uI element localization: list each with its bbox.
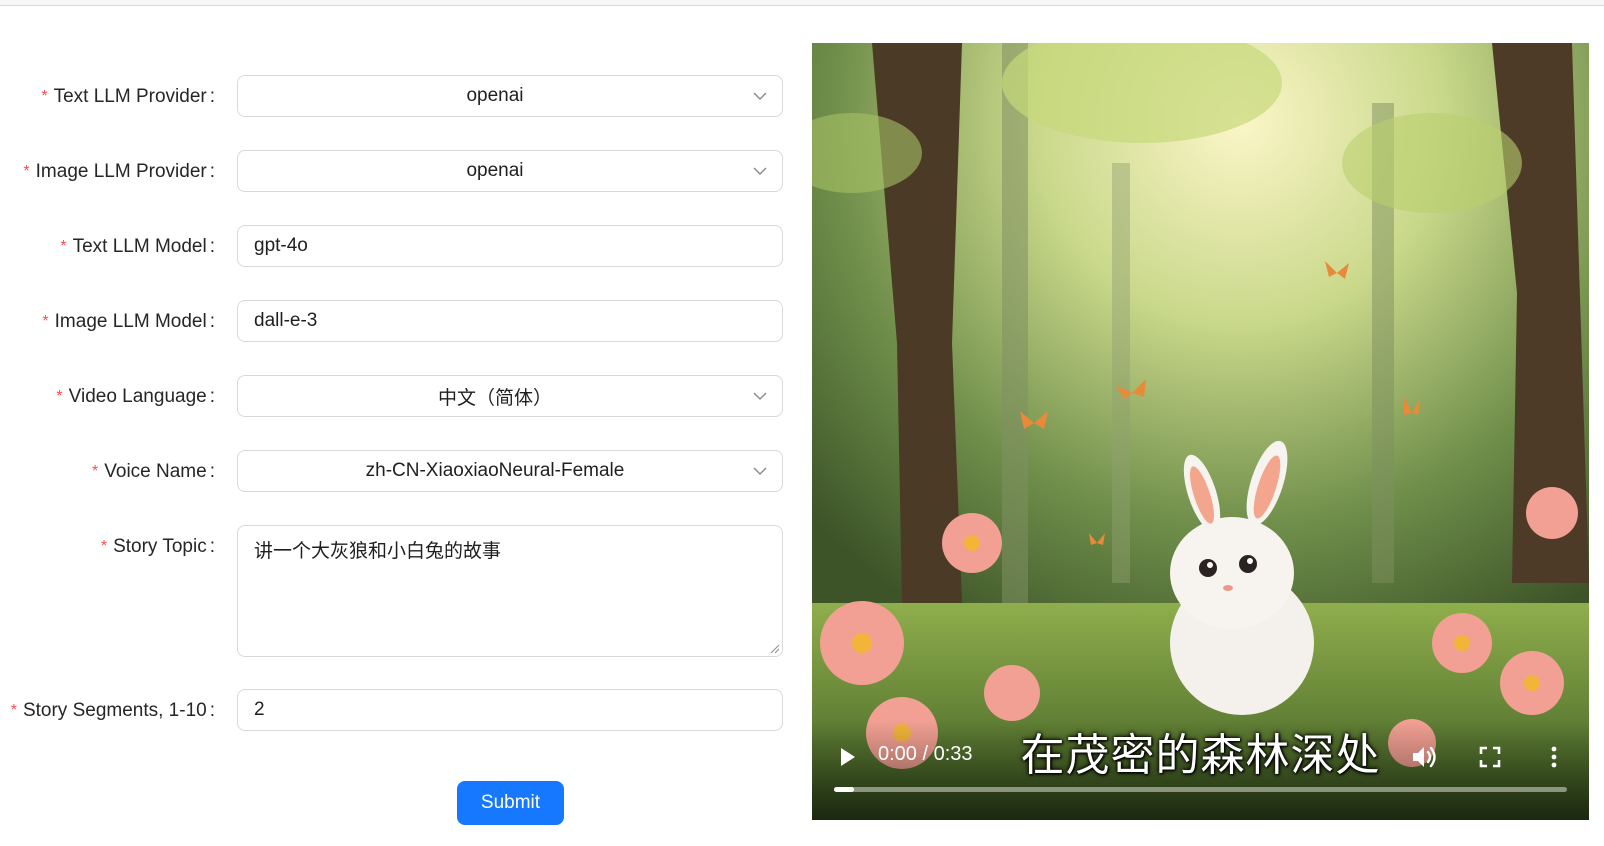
image-llm-provider-select[interactable]: openai (237, 150, 783, 192)
text-llm-model-input[interactable]: gpt-4o (237, 225, 783, 267)
required-mark: * (92, 463, 99, 480)
label-colon: : (209, 461, 215, 482)
field-label-text: Text LLM Model (72, 236, 207, 257)
required-mark: * (10, 702, 17, 719)
story-segments-input[interactable]: 2 (237, 689, 783, 731)
select-value: 中文（简体） (437, 387, 552, 409)
field-label: * Video Language : (56, 375, 215, 419)
label-colon: : (209, 536, 215, 557)
fullscreen-icon[interactable] (1478, 745, 1502, 769)
video-progress-bar[interactable] (834, 787, 1567, 792)
chevron-down-icon (753, 467, 767, 476)
select-value: zh-CN-XiaoxiaoNeural-Female (365, 460, 625, 481)
field-label-text: Voice Name (104, 461, 207, 482)
more-options-icon[interactable] (1549, 745, 1559, 769)
required-mark: * (41, 88, 48, 105)
text-llm-provider-select[interactable]: openai (237, 75, 783, 117)
field-label: * Text LLM Model : (60, 225, 215, 269)
volume-icon[interactable] (1410, 743, 1438, 771)
field-label-text: Story Segments, 1-10 (22, 700, 207, 721)
required-mark: * (23, 163, 30, 180)
label-colon: : (209, 161, 215, 182)
play-icon[interactable] (838, 745, 858, 769)
input-value: dall-e-3 (254, 310, 318, 331)
required-mark: * (56, 388, 63, 405)
textarea-value: 讲一个大灰狼和小白兔的故事 (254, 541, 502, 562)
video-language-select[interactable]: 中文（简体） (237, 375, 783, 417)
field-label: * Voice Name : (92, 450, 215, 494)
input-value: gpt-4o (254, 235, 308, 256)
field-label-text: Video Language (68, 386, 207, 407)
required-mark: * (100, 538, 108, 555)
field-label-text: Image LLM Provider (35, 161, 207, 182)
label-colon: : (209, 86, 215, 107)
field-label: * Story Topic : (101, 525, 215, 569)
resize-handle-icon[interactable] (768, 642, 780, 654)
field-label: * Story Segments, 1-10 : (11, 689, 215, 733)
label-colon: : (209, 311, 215, 332)
video-frame-forest-rabbit (812, 43, 1589, 820)
select-value: openai (466, 85, 524, 106)
time-separator: / (922, 743, 929, 765)
image-llm-model-input[interactable]: dall-e-3 (237, 300, 783, 342)
field-label-text: Story Topic (113, 536, 207, 557)
submit-button[interactable]: Submit (457, 781, 564, 825)
required-mark: * (42, 313, 49, 330)
field-label-text: Text LLM Provider (53, 86, 207, 107)
current-time: 0:00 (878, 743, 917, 765)
field-label-text: Image LLM Model (54, 311, 207, 332)
chevron-down-icon (753, 167, 767, 176)
time-display: 0:00 / 0:33 (878, 743, 973, 766)
story-topic-textarea[interactable]: 讲一个大灰狼和小白兔的故事 (237, 525, 783, 657)
label-colon: : (209, 386, 215, 407)
story-form: * Text LLM Provider : openai * Image LLM… (0, 0, 800, 846)
chevron-down-icon (753, 392, 767, 401)
label-colon: : (209, 700, 215, 721)
label-colon: : (209, 236, 215, 257)
duration: 0:33 (933, 743, 973, 765)
video-player[interactable]: 在茂密的森林深处 0:00 / 0:33 (812, 43, 1589, 820)
chevron-down-icon (753, 92, 767, 101)
field-label: * Image LLM Model : (42, 300, 215, 344)
field-label: * Text LLM Provider : (41, 75, 215, 119)
field-label: * Image LLM Provider : (23, 150, 215, 194)
input-value: 2 (254, 699, 265, 720)
video-progress-fill (834, 787, 854, 792)
required-mark: * (60, 238, 67, 255)
voice-name-select[interactable]: zh-CN-XiaoxiaoNeural-Female (237, 450, 783, 492)
select-value: openai (466, 160, 524, 181)
